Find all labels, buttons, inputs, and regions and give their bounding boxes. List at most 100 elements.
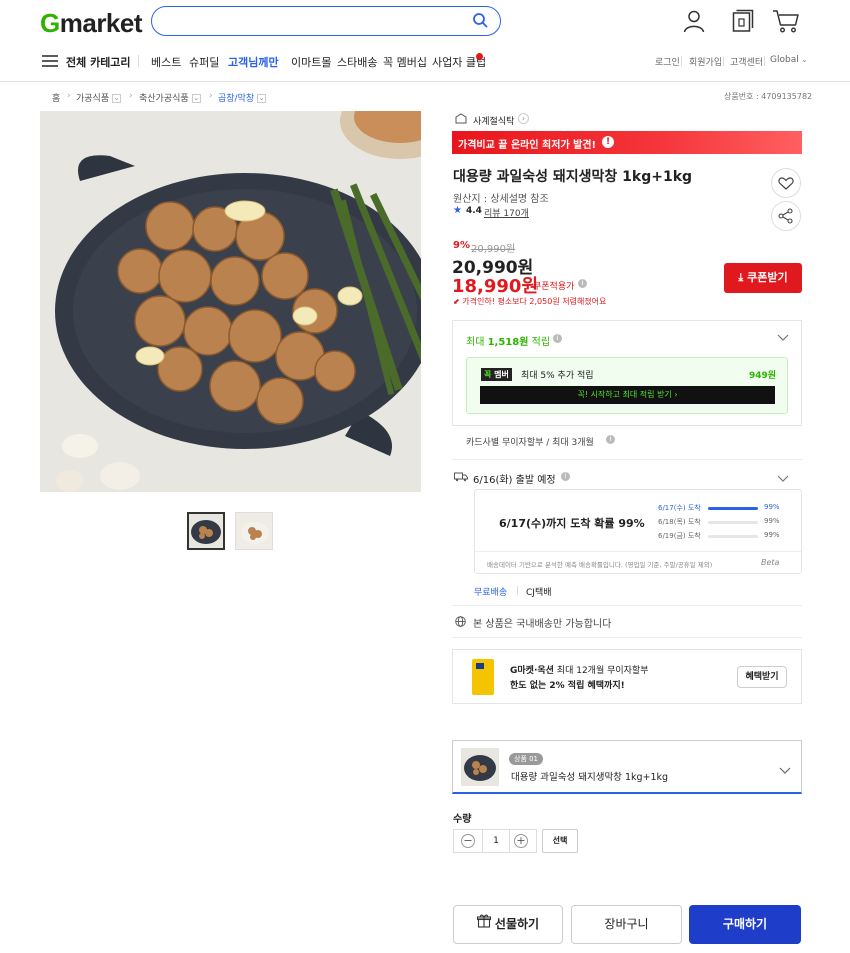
delivery-headline: 6/17(수)까지 도착 확률 99%: [499, 517, 645, 530]
breadcrumb-item[interactable]: 가공식품 ⌄: [76, 91, 122, 104]
forecast-bar: [708, 535, 758, 538]
member-badge: 꼭 멤버: [481, 368, 512, 381]
card-icon: [472, 659, 494, 695]
nav-item-emart[interactable]: 이마트몰: [291, 54, 331, 70]
product-title: 대용량 과일숙성 돼지생막창 1kg+1kg: [453, 169, 693, 185]
coupon-price: 18,990원: [452, 276, 539, 297]
price-drop-note: ⬋ 가격인하! 평소보다 2,050원 저렴해졌어요: [453, 297, 607, 306]
courier-name: CJ택배: [526, 588, 552, 598]
signup-link[interactable]: 회원가입: [689, 55, 722, 68]
wishlist-button[interactable]: [771, 168, 801, 198]
forecast-bar: [708, 521, 758, 524]
quantity-label: 수량: [453, 814, 472, 825]
chevron-down-icon: ⌄: [801, 56, 808, 64]
membership-benefit: 꼭 멤버 최대 5% 추가 적립 949원 꼭! 시작하고 최대 적립 받기 ›: [466, 357, 788, 414]
gmarket-logo[interactable]: Gmarket: [40, 8, 143, 39]
forecast-row-date: 6/18(목) 도착: [658, 518, 701, 526]
heart-icon: [778, 177, 794, 190]
member-benefit-text: 최대 5% 추가 적립: [521, 371, 594, 381]
user-icon[interactable]: [681, 8, 707, 37]
chevron-down-icon[interactable]: [777, 472, 789, 486]
login-link[interactable]: 로그인: [655, 55, 680, 68]
info-icon: !: [602, 136, 614, 148]
breadcrumb-item[interactable]: 축산가공식품 ⌄: [139, 91, 201, 104]
search-icon[interactable]: [472, 12, 488, 31]
gift-button[interactable]: 선물하기: [453, 905, 563, 944]
customer-center-link[interactable]: 고객센터: [730, 55, 763, 68]
star-icon: ★: [453, 205, 462, 216]
search-input[interactable]: [166, 12, 466, 30]
benefit-button[interactable]: 혜택받기: [737, 666, 787, 688]
recent-items-icon[interactable]: [729, 8, 755, 37]
truck-icon: [454, 471, 468, 485]
info-icon[interactable]: i: [553, 334, 562, 343]
forecast-row-date: 6/19(금) 도착: [658, 532, 701, 540]
membership-start-button[interactable]: 꼭! 시작하고 최대 적립 받기 ›: [480, 386, 775, 404]
chevron-down-icon[interactable]: [777, 331, 789, 345]
nav-item-membership[interactable]: 꼭 멤버십: [383, 54, 427, 70]
max-points: 최대 1,518원 적립: [466, 337, 551, 348]
download-icon: ⤓: [738, 271, 748, 284]
buy-now-button[interactable]: 구매하기: [689, 905, 801, 944]
discount-rate: 9%: [453, 240, 470, 251]
card-promo-line2: 한도 없는 2% 적립 혜택까지!: [510, 681, 625, 691]
product-main-image[interactable]: [40, 111, 421, 492]
option-badge: 상품 01: [509, 753, 544, 765]
beta-label: Beta: [761, 558, 780, 567]
thumbnail-1[interactable]: [187, 512, 225, 550]
search-box[interactable]: [151, 6, 501, 36]
nav-item-for-you[interactable]: 고객님께만: [228, 54, 279, 70]
chevron-down-icon[interactable]: ⌄: [112, 94, 122, 103]
forecast-row-pct: 99%: [764, 517, 780, 525]
quantity-stepper: − 1 +: [453, 829, 537, 853]
card-promo-line1: G마켓·옥션 최대 12개월 무이자할부: [510, 666, 649, 676]
nav-item-star-delivery[interactable]: 스타배송: [337, 54, 377, 70]
globe-icon: [455, 616, 466, 630]
price-drop-icon: ⬋: [453, 297, 463, 306]
product-number: 상품번호 : 4709135782: [724, 92, 813, 101]
share-button[interactable]: [771, 201, 801, 231]
rating-value: 4.4: [466, 206, 482, 216]
breadcrumb-home[interactable]: 홈: [52, 91, 60, 104]
add-to-cart-button[interactable]: 장바구니: [571, 905, 682, 944]
delivery-forecast: 6/17(수)까지 도착 확률 99% 6/17(수) 도착 99% 6/18(…: [474, 489, 802, 574]
ship-date: 6/16(화) 출발 예정: [473, 475, 556, 486]
nav-item-best[interactable]: 베스트: [151, 54, 181, 70]
forecast-row-pct: 99%: [764, 531, 780, 539]
cart-icon[interactable]: [772, 8, 800, 37]
option-select[interactable]: 상품 01 대용량 과일숙성 돼지생막창 1kg+1kg: [452, 740, 802, 794]
seller-link[interactable]: 사계절식탁: [473, 114, 514, 127]
shop-icon: [455, 113, 467, 127]
plus-button[interactable]: +: [514, 834, 528, 848]
breadcrumb-current[interactable]: 곱창/막창 ⌄: [218, 91, 267, 104]
chevron-down-icon[interactable]: ⌄: [257, 94, 267, 103]
installment-text: 카드사별 무이자할부 / 최대 3개월: [466, 438, 594, 448]
share-icon: [778, 208, 793, 224]
info-icon[interactable]: i: [561, 472, 570, 481]
nav-item-superdeal[interactable]: 슈퍼딜: [189, 54, 219, 70]
lowest-price-banner[interactable]: 가격비교 끝 온라인 최저가 발견! !: [452, 131, 802, 154]
info-icon[interactable]: i: [606, 435, 615, 444]
forecast-bar: [708, 507, 758, 510]
chevron-down-icon[interactable]: ⌄: [191, 94, 201, 103]
select-quantity-button[interactable]: 선택: [542, 829, 578, 853]
minus-button[interactable]: −: [461, 834, 475, 848]
forecast-note: 배송데이터 기반으로 분석한 예측 배송확률입니다. (영업일 기준, 주말/공…: [487, 561, 713, 569]
free-shipping: 무료배송: [474, 588, 508, 598]
review-link[interactable]: 리뷰 170개: [484, 206, 529, 219]
chevron-down-icon[interactable]: [779, 764, 791, 778]
global-dropdown[interactable]: Global ⌄: [770, 55, 807, 65]
coupon-price-label: 쿠폰적용가: [533, 282, 575, 292]
new-badge-dot: [476, 53, 483, 60]
option-name: 대용량 과일숙성 돼지생막창 1kg+1kg: [511, 772, 669, 783]
quantity-input[interactable]: 1: [482, 830, 510, 852]
option-thumbnail: [461, 748, 499, 786]
card-promo-banner[interactable]: G마켓·옥션 최대 12개월 무이자할부 한도 없는 2% 적립 혜택까지! 혜…: [452, 649, 802, 704]
info-icon[interactable]: i: [578, 279, 587, 288]
main-nav: 전체 카테고리 베스트 슈퍼딜 고객님께만 이마트몰 스타배송 꼭 멤버십 사업…: [0, 46, 850, 82]
hamburger-menu-icon[interactable]: [42, 54, 58, 71]
thumbnail-2[interactable]: [235, 512, 273, 550]
nav-all-categories[interactable]: 전체 카테고리: [66, 54, 131, 70]
chevron-right-icon[interactable]: ›: [518, 113, 529, 124]
coupon-download-button[interactable]: ⤓ 쿠폰받기: [724, 263, 802, 293]
